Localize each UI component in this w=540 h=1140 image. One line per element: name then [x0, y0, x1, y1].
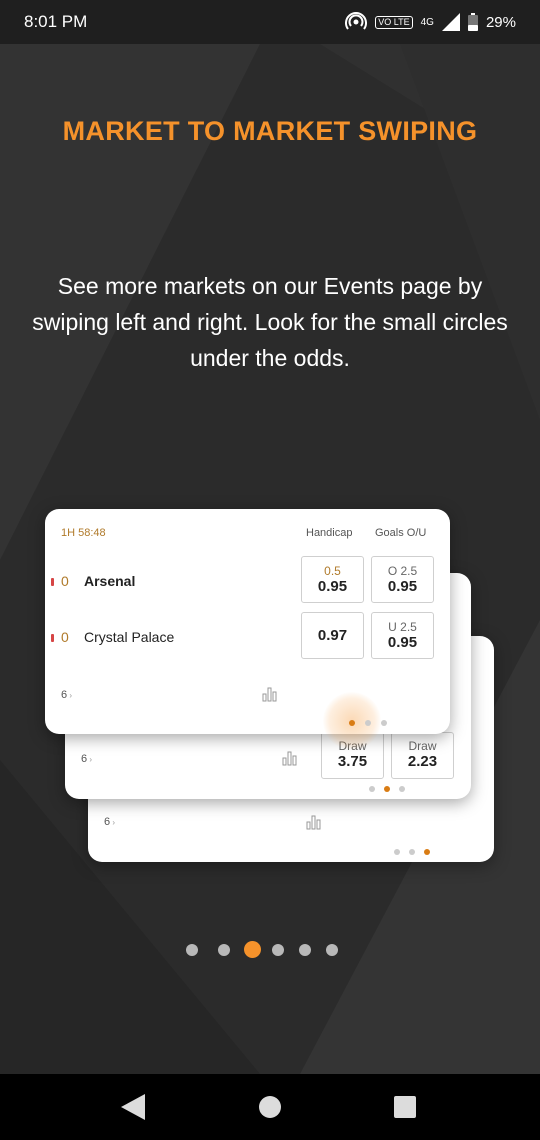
battery-icon — [467, 13, 478, 31]
hotspot-icon — [345, 12, 368, 30]
handicap-odds-button[interactable]: 0.5 0.95 — [301, 556, 364, 603]
goals-odds-button[interactable]: O 2.5 0.95 — [371, 556, 434, 603]
team-score: 0 — [61, 629, 69, 645]
stats-icon — [282, 751, 297, 766]
column-header-goals: Goals O/U — [375, 527, 427, 539]
goals-odds-button[interactable]: U 2.5 0.95 — [371, 612, 434, 659]
home-icon[interactable] — [258, 1095, 282, 1119]
page-title: MARKET TO MARKET SWIPING — [62, 116, 478, 146]
market-dot — [381, 720, 387, 726]
more-markets-count[interactable]: 6 › — [61, 689, 72, 701]
handicap-odds-button[interactable]: 0.97 — [301, 612, 364, 659]
goals-odds-value: 0.95 — [387, 578, 418, 595]
market-dot — [369, 786, 375, 792]
pager-dot[interactable] — [299, 944, 311, 956]
page-description: See more markets on our Events page by s… — [32, 273, 508, 371]
handicap-odds-value: 0.97 — [317, 627, 348, 644]
volte-icon: VO LTE — [375, 15, 413, 29]
draw-odds-button[interactable]: Draw 2.23 — [391, 732, 454, 779]
pager-dot[interactable] — [186, 944, 198, 956]
market-dot-active — [384, 786, 390, 792]
network-type: 4G — [420, 16, 434, 28]
status-icons: VO LTE 4G 29% — [345, 11, 516, 33]
market-dot — [409, 849, 415, 855]
goals-odds-value: 0.95 — [387, 634, 418, 651]
status-time: 8:01 PM — [24, 12, 88, 31]
back-icon[interactable] — [121, 1094, 145, 1120]
chevron-right-icon: › — [110, 818, 116, 827]
pager-dot[interactable] — [326, 944, 338, 956]
pager-dot[interactable] — [218, 944, 230, 956]
draw-label: Draw — [408, 739, 437, 753]
goals-line: O 2.5 — [387, 564, 418, 578]
market-dot — [399, 786, 405, 792]
chevron-right-icon: › — [87, 755, 93, 764]
goals-line: U 2.5 — [388, 620, 417, 634]
recents-icon[interactable] — [394, 1096, 416, 1118]
chevron-right-icon: › — [67, 691, 73, 700]
team-name: Crystal Palace — [84, 629, 175, 645]
red-card-marker — [51, 634, 54, 642]
pager-dot-active[interactable] — [244, 941, 261, 958]
market-card-front: 1H 58:48 Handicap Goals O/U 0 Arsenal 0.… — [45, 509, 450, 750]
match-time: 1H 58:48 — [61, 527, 106, 539]
stats-icon — [306, 815, 321, 830]
red-card-marker — [51, 578, 54, 586]
handicap-line: 0.5 — [324, 564, 341, 578]
system-nav-bar — [0, 1074, 540, 1140]
more-markets-count: 6 › — [104, 816, 116, 828]
column-header-handicap: Handicap — [306, 527, 353, 539]
status-bar: 8:01 PM VO LTE 4G 29% — [0, 0, 540, 44]
more-markets-count: 6 › — [81, 753, 93, 765]
pager-dot[interactable] — [272, 944, 284, 956]
team-score: 0 — [61, 573, 69, 589]
stats-icon[interactable] — [262, 686, 278, 702]
market-dot — [365, 720, 371, 726]
team-name: Arsenal — [84, 573, 136, 589]
market-dot — [394, 849, 400, 855]
handicap-odds-value: 0.95 — [317, 578, 348, 595]
draw-odds-value: 2.23 — [407, 753, 438, 770]
signal-icon — [441, 13, 460, 31]
battery-percent: 29% — [485, 13, 516, 31]
market-dot-active — [349, 720, 355, 726]
market-dot-active — [424, 849, 430, 855]
draw-odds-value: 3.75 — [337, 753, 368, 770]
